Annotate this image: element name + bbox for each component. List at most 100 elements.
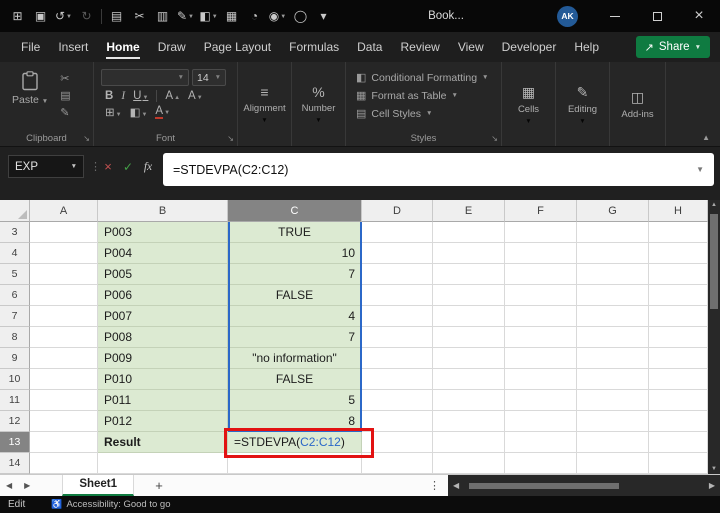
cell-f6[interactable] [505, 285, 577, 306]
italic-button[interactable]: I [121, 90, 125, 102]
name-box[interactable]: EXP ▼ [8, 155, 84, 178]
dialog-launcher-icon[interactable]: ↘ [227, 134, 234, 143]
cell-f4[interactable] [505, 243, 577, 264]
cell-g14[interactable] [577, 453, 649, 474]
minimize-button[interactable] [594, 0, 636, 32]
cell-g12[interactable] [577, 411, 649, 432]
format-painter-icon[interactable]: ✎▼ [174, 9, 197, 23]
cell-f13[interactable] [505, 432, 577, 453]
tab-draw[interactable]: Draw [149, 32, 195, 62]
cell-g4[interactable] [577, 243, 649, 264]
column-header-d[interactable]: D [362, 200, 433, 222]
cell-e4[interactable] [433, 243, 505, 264]
horizontal-scrollbar[interactable]: ◀ ▶ [448, 475, 720, 497]
font-size-select[interactable]: 14 ▼ [192, 69, 226, 86]
cell-b6[interactable]: P006 [98, 285, 228, 306]
cell-b12[interactable]: P012 [98, 411, 228, 432]
cell-e14[interactable] [433, 453, 505, 474]
tab-developer[interactable]: Developer [493, 32, 566, 62]
cell-b11[interactable]: P011 [98, 390, 228, 411]
cell-h9[interactable] [649, 348, 708, 369]
cell-d8[interactable] [362, 327, 433, 348]
cell-h4[interactable] [649, 243, 708, 264]
add-ins-button[interactable]: ◫ Add-ins [610, 62, 666, 146]
tab-page-layout[interactable]: Page Layout [195, 32, 280, 62]
cell-d12[interactable] [362, 411, 433, 432]
cell-a10[interactable] [30, 369, 98, 390]
cell-d10[interactable] [362, 369, 433, 390]
cell-e11[interactable] [433, 390, 505, 411]
undo-icon[interactable]: ↺▼ [52, 9, 75, 23]
cell-g13[interactable] [577, 432, 649, 453]
cell-c11[interactable]: 5 [228, 390, 362, 411]
expand-formula-bar-icon[interactable]: ▼ [696, 165, 704, 174]
tab-home[interactable]: Home [97, 32, 148, 62]
account-avatar[interactable]: AK [557, 6, 578, 27]
cell-a12[interactable] [30, 411, 98, 432]
row-header-14[interactable]: 14 [0, 453, 30, 474]
share-button[interactable]: ↗ Share ▼ [636, 36, 710, 58]
decrease-font-size-button[interactable]: A▼ [188, 90, 203, 102]
cell-c3[interactable]: TRUE [228, 222, 362, 243]
cell-h5[interactable] [649, 264, 708, 285]
cell-h13[interactable] [649, 432, 708, 453]
maximize-button[interactable] [636, 0, 678, 32]
cell-c6[interactable]: FALSE [228, 285, 362, 306]
font-color-button[interactable]: A▼ [155, 106, 170, 119]
cell-c13-formula[interactable]: =STDEVPA(C2:C12) [228, 432, 362, 453]
app-grid-icon[interactable]: ⊞ [6, 9, 29, 23]
dialog-launcher-icon[interactable]: ↘ [83, 134, 90, 143]
cut-icon[interactable]: ✂ [128, 9, 151, 23]
column-header-h[interactable]: H [649, 200, 708, 222]
horizontal-scroll-track[interactable] [463, 482, 705, 490]
sheet-nav-right-icon[interactable]: ▶ [18, 481, 36, 490]
row-header-9[interactable]: 9 [0, 348, 30, 369]
cell-f14[interactable] [505, 453, 577, 474]
cell-d3[interactable] [362, 222, 433, 243]
row-header-13[interactable]: 13 [0, 432, 30, 453]
row-header-4[interactable]: 4 [0, 243, 30, 264]
cell-d6[interactable] [362, 285, 433, 306]
format-as-table-button[interactable]: ▦Format as Table▼ [356, 89, 501, 102]
cell-g10[interactable] [577, 369, 649, 390]
cell-h10[interactable] [649, 369, 708, 390]
borders-button[interactable]: ⊞▼ [105, 105, 122, 119]
cell-c14[interactable] [228, 453, 362, 474]
cell-f9[interactable] [505, 348, 577, 369]
cell-f12[interactable] [505, 411, 577, 432]
conditional-formatting-button[interactable]: ◧Conditional Formatting▼ [356, 71, 501, 84]
column-header-e[interactable]: E [433, 200, 505, 222]
cell-d4[interactable] [362, 243, 433, 264]
cell-d7[interactable] [362, 306, 433, 327]
row-header-10[interactable]: 10 [0, 369, 30, 390]
cell-c7[interactable]: 4 [228, 306, 362, 327]
cell-a3[interactable] [30, 222, 98, 243]
cell-c9[interactable]: "no information" [228, 348, 362, 369]
bold-button[interactable]: B [105, 90, 113, 102]
row-header-12[interactable]: 12 [0, 411, 30, 432]
cell-h6[interactable] [649, 285, 708, 306]
cell-b13[interactable]: Result [98, 432, 228, 453]
cell-c10[interactable]: FALSE [228, 369, 362, 390]
table-icon[interactable]: ▦ [220, 9, 243, 23]
copy-icon[interactable]: ▤ [105, 9, 128, 23]
underline-button[interactable]: U▼ [133, 90, 148, 102]
cell-e8[interactable] [433, 327, 505, 348]
cell-f5[interactable] [505, 264, 577, 285]
cell-f8[interactable] [505, 327, 577, 348]
pivot-icon[interactable]: ◔ [243, 9, 266, 23]
record-icon[interactable]: ◯ [289, 9, 312, 23]
fill-color-icon[interactable]: ◧▼ [197, 9, 220, 23]
accessibility-status[interactable]: ♿ Accessibility: Good to go [51, 499, 170, 510]
tab-view[interactable]: View [449, 32, 493, 62]
cell-a11[interactable] [30, 390, 98, 411]
cell-b5[interactable]: P005 [98, 264, 228, 285]
vertical-scroll-thumb[interactable] [710, 214, 718, 309]
cell-e9[interactable] [433, 348, 505, 369]
tab-help[interactable]: Help [565, 32, 608, 62]
cell-b10[interactable]: P010 [98, 369, 228, 390]
vertical-scrollbar[interactable]: ▲ ▼ [708, 200, 720, 474]
cell-b8[interactable]: P008 [98, 327, 228, 348]
cell-f10[interactable] [505, 369, 577, 390]
cell-b4[interactable]: P004 [98, 243, 228, 264]
